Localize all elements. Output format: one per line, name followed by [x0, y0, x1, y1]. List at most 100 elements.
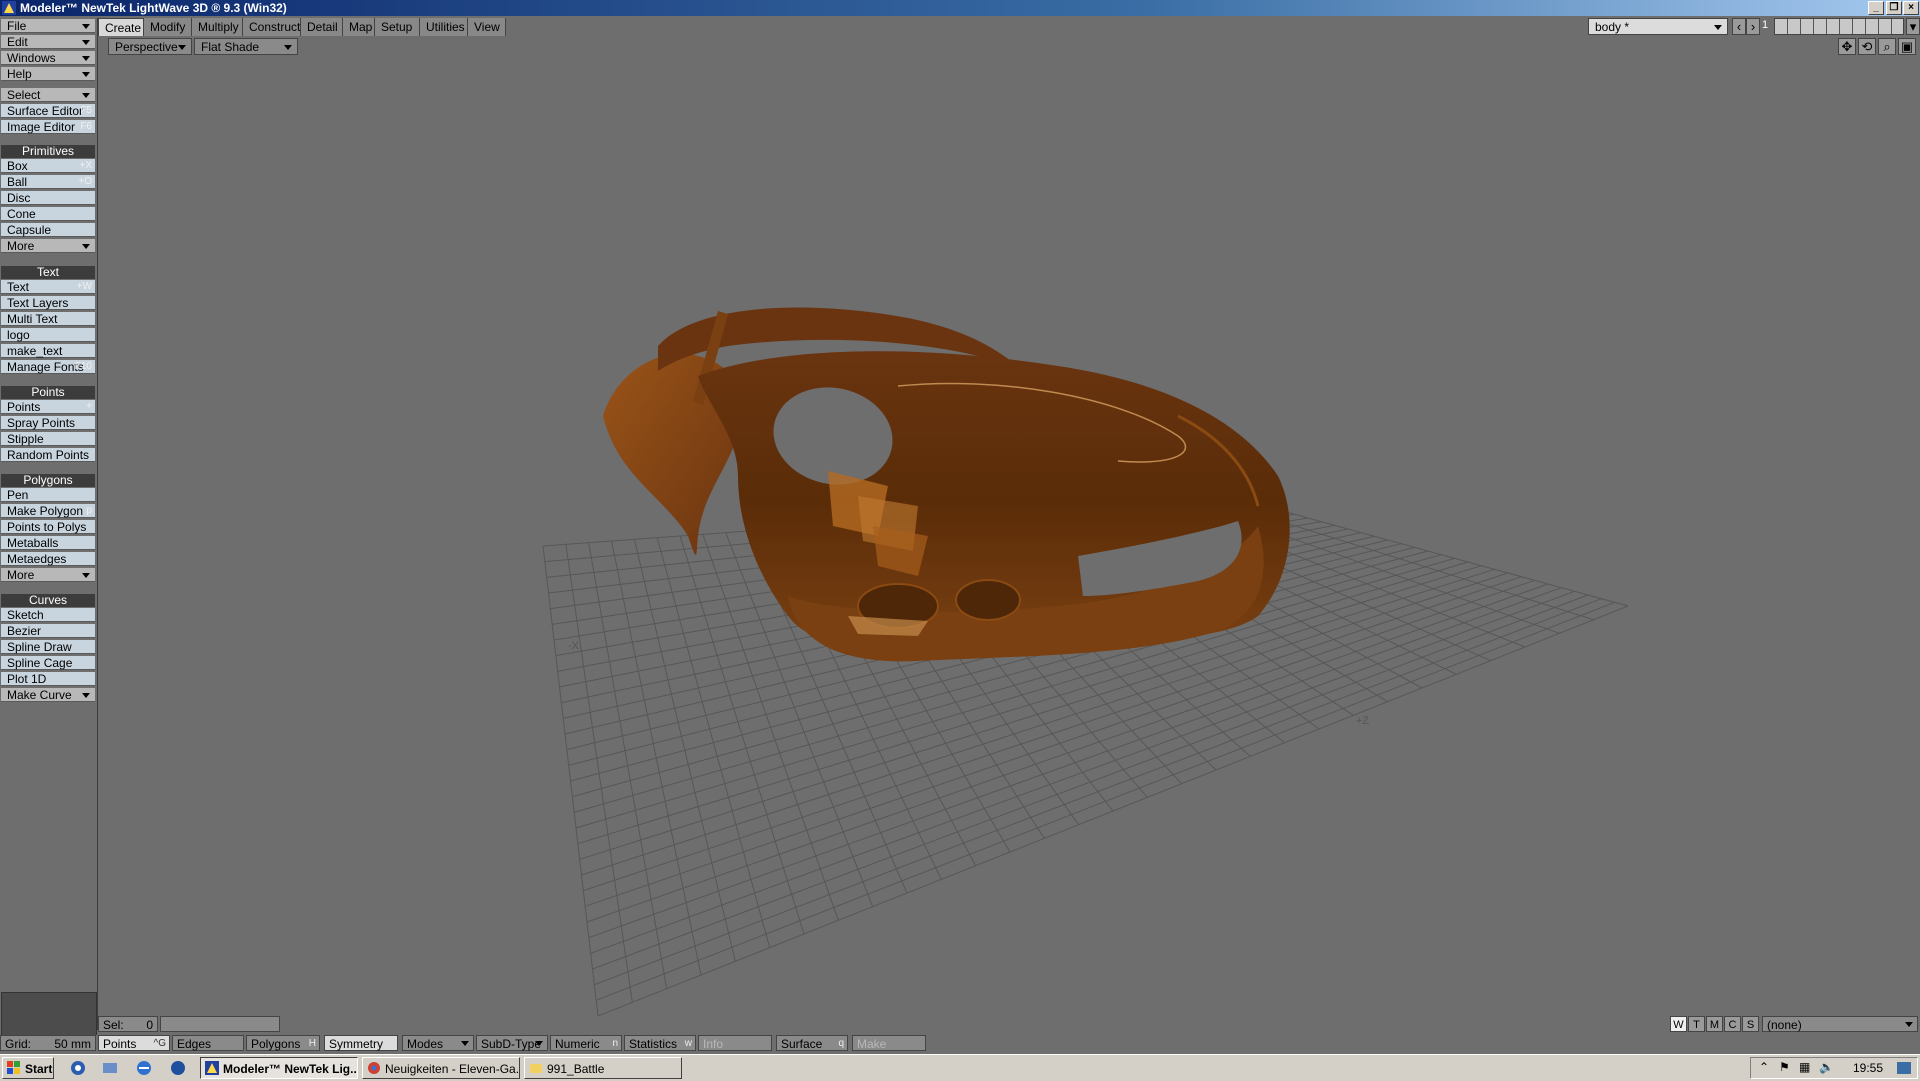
quick-launch-app-icon[interactable] [170, 1060, 186, 1076]
surface-editor-button[interactable]: Surface Editor F5 [1, 104, 95, 118]
shortcut-label: +W [76, 281, 92, 292]
layer-select[interactable]: body * [1588, 18, 1728, 35]
clock[interactable]: 19:55 [1853, 1061, 1883, 1075]
edit-menu[interactable]: Edit [1, 35, 95, 49]
file-menu[interactable]: File [1, 19, 95, 33]
surface-button[interactable]: Surface q [776, 1035, 848, 1051]
points-to-polys-button[interactable]: Points to Polys [1, 520, 95, 534]
tray-expand-icon[interactable]: ⌃ [1759, 1060, 1769, 1074]
tab-map[interactable]: Map [343, 18, 375, 36]
points-mode-button[interactable]: Points ^G [98, 1035, 170, 1051]
metaedges-button[interactable]: Metaedges [1, 552, 95, 566]
text-layers-label: Text Layers [7, 296, 69, 310]
cone-button[interactable]: Cone [1, 207, 95, 221]
make-text-button[interactable]: make_text [1, 344, 95, 358]
wtm-c-toggle[interactable]: C [1724, 1016, 1741, 1032]
tab-multiply[interactable]: Multiply [192, 18, 243, 36]
tab-view[interactable]: View [468, 18, 506, 36]
status-blank [160, 1016, 280, 1032]
spline-draw-label: Spline Draw [7, 640, 72, 654]
layer-bank-buttons[interactable] [1774, 18, 1904, 35]
statistics-button[interactable]: Statistics w [624, 1035, 696, 1051]
title-bar[interactable]: Modeler™ NewTek LightWave 3D ® 9.3 (Win3… [0, 0, 1920, 16]
layer-number: 1 [1762, 19, 1769, 31]
prev-layer-icon[interactable]: ‹ [1732, 18, 1746, 35]
image-editor-button[interactable]: Image Editor F6 [1, 120, 95, 134]
multi-text-button[interactable]: Multi Text [1, 312, 95, 326]
stipple-button[interactable]: Stipple [1, 432, 95, 446]
quick-launch-desktop-icon[interactable] [102, 1060, 118, 1076]
spline-cage-button[interactable]: Spline Cage [1, 656, 95, 670]
chevron-down-icon [82, 56, 90, 61]
maximize-view-icon[interactable]: ▣ [1898, 38, 1916, 55]
random-points-button[interactable]: Random Points [1, 448, 95, 462]
spray-points-button[interactable]: Spray Points [1, 416, 95, 430]
move-view-icon[interactable]: ✥ [1838, 38, 1856, 55]
disc-button[interactable]: Disc [1, 191, 95, 205]
wtm-t-toggle[interactable]: T [1688, 1016, 1705, 1032]
tab-modify[interactable]: Modify [144, 18, 192, 36]
show-desktop-icon[interactable] [1897, 1062, 1911, 1074]
capsule-button[interactable]: Capsule [1, 223, 95, 237]
text-layers-button[interactable]: Text Layers [1, 296, 95, 310]
make-button[interactable]: Make [852, 1035, 926, 1051]
surface-filter-select[interactable]: (none) [1762, 1016, 1918, 1032]
taskbar-item-browser[interactable]: Neuigkeiten - Eleven-Ga... [362, 1057, 520, 1079]
view-type-select[interactable]: Perspective [108, 38, 192, 55]
logo-button[interactable]: logo [1, 328, 95, 342]
volume-icon[interactable]: 🔈 [1819, 1060, 1834, 1074]
polygons-mode-button[interactable]: Polygons H [246, 1035, 320, 1051]
text-button[interactable]: Text +W [1, 280, 95, 294]
sketch-button[interactable]: Sketch [1, 608, 95, 622]
wtm-m-toggle[interactable]: M [1706, 1016, 1723, 1032]
action-center-flag-icon[interactable]: ⚑ [1779, 1060, 1790, 1074]
tab-setup[interactable]: Setup [375, 18, 420, 36]
pen-button[interactable]: Pen [1, 488, 95, 502]
metaballs-button[interactable]: Metaballs [1, 536, 95, 550]
symmetry-toggle[interactable]: Symmetry +Y [324, 1035, 398, 1067]
perspective-viewport[interactable]: -X +Z [98, 56, 1920, 1016]
rotate-view-icon[interactable]: ⟲ [1858, 38, 1876, 55]
manage-fonts-button[interactable]: Manage Fonts F10 [1, 360, 95, 374]
help-menu[interactable]: Help [1, 67, 95, 81]
taskbar-item-modeler[interactable]: Modeler™ NewTek Lig... [200, 1057, 358, 1079]
tab-utilities[interactable]: Utilities [420, 18, 468, 36]
windows-menu[interactable]: Windows [1, 51, 95, 65]
modes-menu[interactable]: Modes [402, 1035, 474, 1051]
wtm-s-toggle[interactable]: S [1742, 1016, 1759, 1032]
close-button[interactable]: × [1903, 1, 1919, 15]
points-to-polys-label: Points to Polys [7, 520, 87, 534]
shading-mode-select[interactable]: Flat Shade [194, 38, 298, 55]
bezier-button[interactable]: Bezier [1, 624, 95, 638]
points-button[interactable]: Points + [1, 400, 95, 414]
plot-1d-button[interactable]: Plot 1D [1, 672, 95, 686]
next-layer-icon[interactable]: › [1746, 18, 1760, 35]
network-icon[interactable]: ▦ [1799, 1060, 1810, 1074]
car-body-model[interactable] [603, 307, 1290, 662]
minimize-button[interactable]: _ [1868, 1, 1884, 15]
spline-draw-button[interactable]: Spline Draw [1, 640, 95, 654]
edges-mode-button[interactable]: Edges [172, 1035, 244, 1051]
taskbar-item-folder[interactable]: 991_Battle [524, 1057, 682, 1079]
wtm-w-toggle[interactable]: W [1670, 1016, 1687, 1032]
polygons-more-menu[interactable]: More [1, 568, 95, 582]
lightwave-app-icon [2, 1, 16, 15]
tab-detail[interactable]: Detail [301, 18, 343, 36]
zoom-view-icon[interactable]: ⌕ [1878, 38, 1896, 55]
ball-button[interactable]: Ball +O [1, 175, 95, 189]
tab-construct[interactable]: Construct [243, 18, 301, 36]
numeric-button[interactable]: Numeric n [550, 1035, 622, 1051]
quick-launch-ie-icon[interactable] [136, 1060, 152, 1076]
make-curve-menu[interactable]: Make Curve [1, 688, 95, 702]
start-button[interactable]: Start [2, 1057, 54, 1079]
subd-type-menu[interactable]: SubD-Type [476, 1035, 548, 1051]
make-polygon-button[interactable]: Make Polygon p [1, 504, 95, 518]
quick-launch-browser-icon[interactable] [70, 1060, 86, 1076]
info-button[interactable]: Info [698, 1035, 772, 1051]
restore-button[interactable]: ❐ [1886, 1, 1902, 15]
primitives-more-menu[interactable]: More [1, 239, 95, 253]
tab-create[interactable]: Create [98, 18, 144, 36]
select-menu[interactable]: Select [1, 88, 95, 102]
layer-menu-chevron-icon[interactable]: ▾ [1906, 18, 1920, 35]
box-button[interactable]: Box +X [1, 159, 95, 173]
